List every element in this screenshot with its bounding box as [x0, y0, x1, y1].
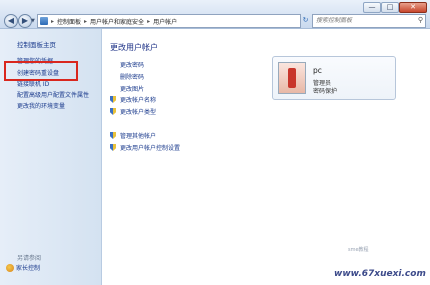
breadcrumb-separator-icon[interactable]: ▸ — [147, 18, 150, 25]
minimize-button[interactable]: — — [363, 2, 381, 13]
breadcrumb-control-panel[interactable]: 控制面板 — [57, 17, 81, 26]
breadcrumb-separator-icon[interactable]: ▸ — [84, 18, 87, 25]
task-remove-password[interactable]: 删除密码 — [120, 72, 144, 81]
close-icon: ✕ — [410, 3, 416, 11]
task-change-picture[interactable]: 更改图片 — [120, 84, 144, 93]
task-label: 删除密码 — [120, 74, 145, 81]
breadcrumb-user-accounts-family[interactable]: 用户帐户和家庭安全 — [90, 17, 144, 26]
uac-shield-icon — [110, 132, 116, 139]
minimize-icon: — — [368, 3, 376, 11]
task-manage-other-accounts[interactable]: 管理其他帐户 — [110, 131, 156, 140]
page-title: 更改用户帐户 — [110, 43, 158, 52]
sidebar-item-environment-variables[interactable]: 更改我的环境变量 — [17, 101, 65, 110]
uac-shield-icon — [110, 96, 116, 103]
back-button[interactable]: ◀ — [4, 14, 18, 28]
breadcrumb-user-accounts[interactable]: 用户帐户 — [153, 17, 177, 26]
forward-arrow-icon: ▶ — [21, 16, 29, 25]
task-label: 更改用户帐户控制设置 — [120, 145, 181, 152]
close-button[interactable]: ✕ — [399, 2, 427, 13]
task-label: 更改密码 — [120, 62, 145, 69]
maximize-button[interactable]: □ — [381, 2, 399, 13]
forward-button[interactable]: ▶ — [18, 14, 32, 28]
account-picture-icon — [288, 68, 296, 88]
uac-shield-icon — [110, 108, 116, 115]
account-picture[interactable] — [278, 62, 306, 94]
sidebar-item-advanced-profile-properties[interactable]: 配置高级用户配置文件属性 — [17, 90, 89, 99]
task-label: 管理其他帐户 — [120, 133, 157, 140]
maximize-icon: □ — [386, 3, 394, 11]
watermark-logo: sme教程 — [348, 247, 369, 253]
search-input[interactable] — [313, 15, 412, 25]
account-name: pc — [313, 66, 322, 75]
breadcrumb-separator-icon[interactable]: ▸ — [51, 18, 54, 25]
parental-controls-icon — [6, 263, 14, 272]
highlight-box — [4, 61, 78, 81]
address-bar[interactable]: ▸ 控制面板 ▸ 用户帐户和家庭安全 ▸ 用户帐户 — [37, 14, 301, 28]
search-box[interactable]: ⚲ — [312, 14, 426, 28]
account-password-status: 密码保护 — [313, 88, 338, 95]
uac-shield-icon — [110, 144, 116, 151]
task-uac-settings[interactable]: 更改用户帐户控制设置 — [110, 143, 180, 152]
task-change-password[interactable]: 更改密码 — [120, 60, 144, 69]
sidebar-control-panel-home[interactable]: 控制面板主页 — [17, 39, 56, 49]
refresh-icon[interactable]: ↻ — [301, 14, 310, 26]
parental-controls-label: 家长控制 — [16, 265, 41, 272]
task-label: 更改图片 — [120, 86, 145, 93]
task-change-account-name[interactable]: 更改帐户名称 — [110, 95, 156, 104]
see-also-heading: 另请参阅 — [17, 255, 42, 262]
back-arrow-icon: ◀ — [7, 16, 15, 25]
watermark-site: www.67xuexi.com — [334, 269, 426, 279]
task-label: 更改帐户名称 — [120, 97, 157, 104]
control-panel-icon — [40, 17, 48, 25]
search-icon[interactable]: ⚲ — [418, 16, 423, 24]
recent-pages-dropdown[interactable]: ▼ — [31, 18, 35, 24]
task-label: 更改帐户类型 — [120, 109, 157, 116]
task-change-account-type[interactable]: 更改帐户类型 — [110, 107, 156, 116]
sidebar-item-parental-controls[interactable]: 家长控制 — [6, 263, 40, 272]
